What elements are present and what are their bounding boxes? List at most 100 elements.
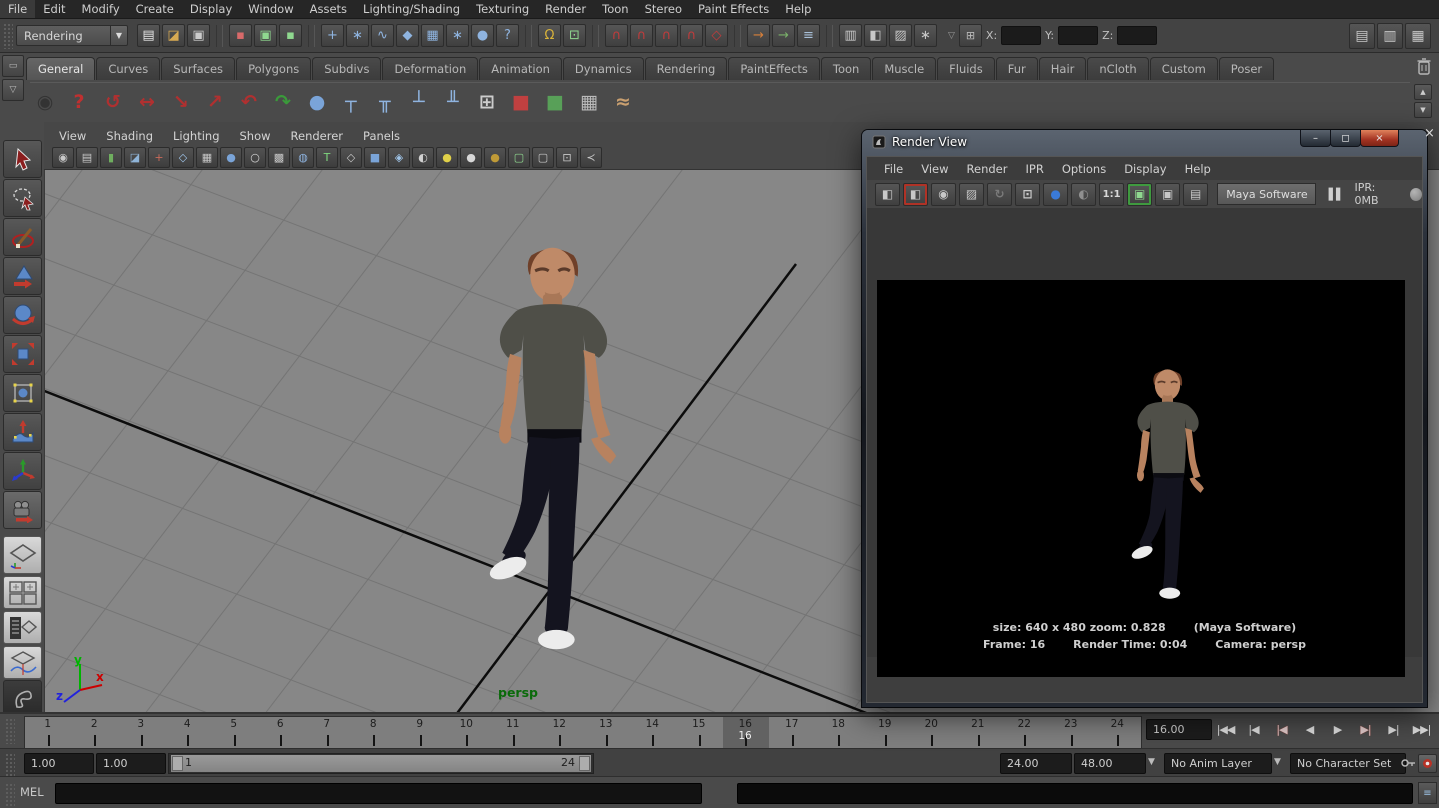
step-back-key-button[interactable]: |◀ [1268, 716, 1295, 742]
mask-curves-icon[interactable]: ∿ [371, 24, 394, 47]
play-backwards-button[interactable]: ◀ [1296, 716, 1323, 742]
timeline-frame[interactable]: 13 [583, 717, 630, 748]
timeline-frame[interactable]: 5 [211, 717, 258, 748]
shelf-tab[interactable]: Rendering [645, 57, 728, 80]
scroll-down-icon[interactable]: ▼ [1414, 102, 1432, 118]
viewport-menu-item[interactable]: Shading [97, 126, 162, 146]
shelf-tab[interactable]: Surfaces [161, 57, 235, 80]
menu-item[interactable]: File [0, 0, 35, 18]
alpha-channel-icon[interactable]: ◐ [1071, 183, 1096, 206]
timeline-frame[interactable]: 18 [816, 717, 863, 748]
camera-zoom-icon[interactable]: ↗ [200, 87, 230, 117]
menu-item[interactable]: Create [128, 0, 182, 18]
step-back-frame-button[interactable]: |◀ [1240, 716, 1267, 742]
character-set-selector[interactable]: No Character Set [1290, 753, 1406, 774]
go-to-end-button[interactable]: ▶▶| [1408, 716, 1435, 742]
ambient-light-icon[interactable]: ● [436, 147, 458, 168]
snap-together-icon[interactable]: ■ [506, 87, 536, 117]
shelf-tab[interactable]: Poser [1219, 57, 1274, 80]
film-gate-icon[interactable]: ▦ [196, 147, 218, 168]
timeline-frame[interactable]: 21 [955, 717, 1002, 748]
delete-unused-icon[interactable]: ● [302, 87, 332, 117]
lock-selection-icon[interactable]: Ω [538, 24, 561, 47]
no-lights-icon[interactable]: ● [484, 147, 506, 168]
render-current-frame-icon[interactable]: ◧ [903, 183, 928, 206]
mask-surfaces-icon[interactable]: ◆ [396, 24, 419, 47]
snap-point-icon[interactable]: ∩ [655, 24, 678, 47]
hierarchy-parent-icon[interactable]: ┬ [336, 87, 366, 117]
camera-track-icon[interactable]: ↔ [132, 87, 162, 117]
timeline-frame[interactable]: 20 [909, 717, 956, 748]
timeline-frame[interactable]: 17 [769, 717, 816, 748]
shelf-tab[interactable]: Curves [96, 57, 160, 80]
save-scene-icon[interactable]: ▣ [187, 24, 210, 47]
timeline-frame[interactable]: 6 [258, 717, 305, 748]
timeline-frame[interactable]: 22 [1002, 717, 1049, 748]
vertex-color-icon[interactable]: ◍ [292, 147, 314, 168]
shelf-tab[interactable]: Muscle [872, 57, 936, 80]
auto-keyframe-toggle[interactable] [1418, 754, 1437, 773]
output-connections-icon[interactable]: → [772, 24, 795, 47]
anim-layer-selector[interactable]: No Anim Layer [1164, 753, 1272, 774]
layout-four-pane-button[interactable] [3, 576, 42, 609]
last-tool-button[interactable] [3, 491, 42, 529]
timeline-frame[interactable]: 11 [490, 717, 537, 748]
move-tool-button[interactable] [3, 257, 42, 295]
chevron-down-icon[interactable]: ▼ [1274, 757, 1281, 767]
render-settings-icon[interactable]: ∗ [914, 24, 937, 47]
menu-item[interactable]: Edit [35, 0, 73, 18]
timeline-frame[interactable]: 24 [1095, 717, 1142, 748]
go-to-start-button[interactable]: |◀◀ [1212, 716, 1239, 742]
snap-plane-icon[interactable]: ◇ [705, 24, 728, 47]
render-view-menu-item[interactable]: Help [1176, 162, 1220, 176]
channel-box-toggle-icon[interactable]: ▦ [1405, 23, 1431, 49]
group-separator[interactable] [216, 25, 223, 47]
shelf-tab[interactable]: Polygons [236, 57, 311, 80]
animation-start-field[interactable]: 1.00 [24, 753, 94, 774]
shelf-menu-icon[interactable]: ▽ [2, 79, 24, 101]
step-forward-key-button[interactable]: ▶| [1352, 716, 1379, 742]
render-view-window[interactable]: Render View – ◻ × FileViewRenderIPROptio… [862, 130, 1427, 707]
timeline-frame[interactable]: 19 [862, 717, 909, 748]
help-line-icon[interactable]: ? [64, 87, 94, 117]
group-separator[interactable] [592, 25, 599, 47]
construction-history-icon[interactable]: ≡ [797, 24, 820, 47]
range-start-handle[interactable] [172, 756, 183, 771]
render-region-icon[interactable]: ⊡ [1015, 183, 1040, 206]
drag-handle[interactable] [5, 718, 15, 744]
menu-item[interactable]: Display [182, 0, 240, 18]
camera-select-icon[interactable]: ◉ [52, 147, 74, 168]
timeline-frame[interactable]: 4 [165, 717, 212, 748]
chevron-down-icon[interactable]: ▼ [110, 25, 128, 46]
drag-handle[interactable] [3, 23, 13, 49]
isolate-select-icon[interactable]: ▢ [508, 147, 530, 168]
group-separator[interactable] [525, 25, 532, 47]
shelf-tab[interactable]: Deformation [382, 57, 478, 80]
command-line-language-toggle[interactable]: MEL [20, 785, 44, 799]
paint-effects-panel-button[interactable] [3, 680, 42, 716]
scale-tool-button[interactable] [3, 335, 42, 373]
select-component-icon[interactable]: ▪ [279, 24, 302, 47]
range-end-handle[interactable] [579, 756, 590, 771]
render-view-menu-item[interactable]: View [912, 162, 957, 176]
hierarchy-unparent-icon[interactable]: ╨ [438, 87, 468, 117]
wireframe-icon[interactable]: ◇ [172, 147, 194, 168]
timeline-frame[interactable]: 8 [351, 717, 398, 748]
layout-graph-pane-button[interactable] [3, 646, 42, 679]
render-current-frame-icon[interactable]: ◧ [864, 24, 887, 47]
viewport-menu-item[interactable]: Renderer [282, 126, 353, 146]
chevron-down-icon[interactable]: ▽ [948, 31, 955, 41]
snap-curve-icon[interactable]: ∩ [630, 24, 653, 47]
menu-item[interactable]: Modify [74, 0, 128, 18]
snap-grid-icon[interactable]: ∩ [605, 24, 628, 47]
layout-outliner-pane-button[interactable] [3, 611, 42, 644]
keep-image-icon[interactable]: ▣ [1127, 183, 1152, 206]
menu-item[interactable]: Stereo [637, 0, 690, 18]
trash-icon[interactable] [1416, 57, 1434, 77]
timeline-frame[interactable]: 14 [630, 717, 677, 748]
viewport-menu-item[interactable]: Show [231, 126, 280, 146]
shelf-tab[interactable]: Subdivs [312, 57, 381, 80]
pan-zoom-icon[interactable]: + [148, 147, 170, 168]
rotate-tool-button[interactable] [3, 296, 42, 334]
shelf-tab[interactable]: Fur [996, 57, 1038, 80]
